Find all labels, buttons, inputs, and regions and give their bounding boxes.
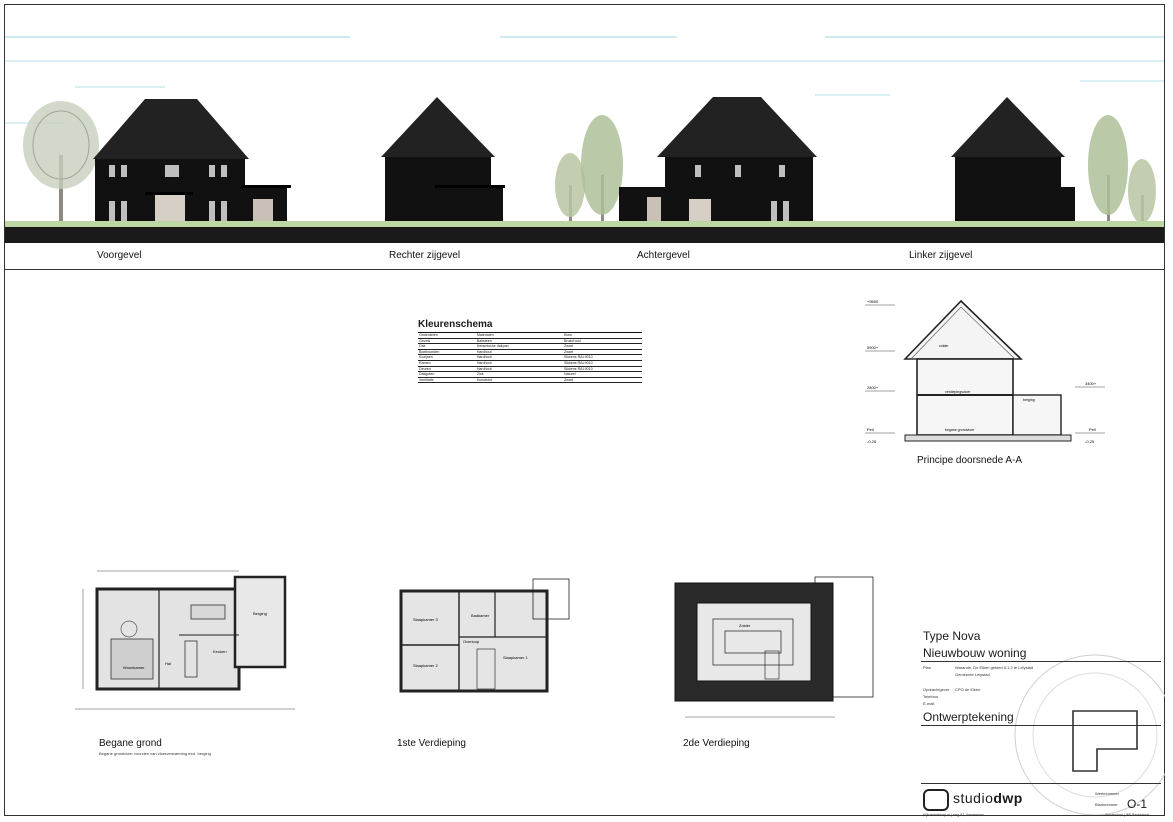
level-right-0: 3400+ <box>1085 381 1097 386</box>
room-slaapkamer-3: Slaapkamer 3 <box>413 617 438 622</box>
room-badkamer: Badkamer <box>471 613 490 618</box>
level-left-3: Peil <box>867 427 874 432</box>
section-label-1: verdiepingsvloer <box>945 390 971 394</box>
drawing-sheet: Voorgevel Rechter zijgevel Achtergevel L… <box>4 4 1165 817</box>
level-left-1: 5900+ <box>867 345 879 350</box>
room-hal: Hal <box>165 661 171 666</box>
section-title: Principe doorsnede A-A <box>917 455 1023 466</box>
logo-prefix: studio <box>953 790 994 806</box>
sheet-number: O-1 <box>1127 797 1148 811</box>
phone-label: Telefoon <box>923 694 939 699</box>
tree-1 <box>23 101 99 225</box>
section-drawing: +9500 5900+ 2800+ Peil -0.25 3400+ Peil … <box>865 299 1105 444</box>
room-keuken: Keuken <box>213 649 227 654</box>
title-block-rule-2 <box>921 725 1161 726</box>
email-label: E-mail <box>923 701 935 706</box>
right-elevation <box>381 97 505 225</box>
section-label-0: zolder <box>939 344 949 348</box>
tree-2 <box>555 153 585 225</box>
label-front-elevation: Voorgevel <box>97 250 142 261</box>
color-scheme-table: Onderdelen Materialen Kleur Gevels Bakste… <box>418 332 642 384</box>
room-berging: Berging <box>253 611 267 616</box>
table-row: Ventilatie Kunststof Zwart <box>418 377 642 384</box>
tree-4 <box>1088 115 1128 225</box>
footer-left: Kijkvanhetdorp.nl | stag 57, Amsterdam <box>923 813 984 817</box>
cell: Kunststof <box>475 377 563 384</box>
section-label-3: berging <box>1023 398 1035 402</box>
room-slaapkamer-1: Slaapkamer 1 <box>503 655 528 660</box>
elevation-divider <box>5 269 1164 270</box>
section-label-2: begane grondvloer <box>945 428 975 432</box>
drawing-type: Ontwerptekening <box>923 710 1014 724</box>
sheet-number-label: Bladnummer <box>1095 802 1118 807</box>
front-elevation <box>93 99 291 225</box>
studiodwp-logo-icon <box>923 789 949 811</box>
level-right-2: -0.25 <box>1085 439 1095 444</box>
level-left-0: +9500 <box>867 299 879 304</box>
label-right-elevation: Rechter zijgevel <box>389 250 461 261</box>
color-scheme-title: Kleurenschema <box>418 319 493 330</box>
title-block-subtitle: Nieuwbouw woning <box>923 646 1027 660</box>
footer-right: Amsterdam | WF Bankstraat <box>1105 813 1149 817</box>
title-block-type: Type Nova <box>923 629 981 643</box>
room-zolder: Zolder <box>739 623 751 628</box>
tree-3 <box>581 115 623 225</box>
plan-label: Plan <box>923 665 932 670</box>
second-floor-title: 2de Verdieping <box>683 738 750 749</box>
first-floor-title: 1ste Verdieping <box>397 738 466 749</box>
client-label: Opdrachtgever <box>923 687 950 692</box>
room-woonkamer: Woonkamer <box>123 665 145 670</box>
ground-floor-title: Begane grond <box>99 738 162 749</box>
cell: Zwart <box>563 377 642 384</box>
title-block-rule-3 <box>921 783 1161 784</box>
title-block-rule <box>921 661 1161 662</box>
label-back-elevation: Achtergevel <box>637 250 690 261</box>
room-overloop: Overloop <box>463 639 480 644</box>
label-left-elevation: Linker zijgevel <box>909 250 973 261</box>
elevations-drawing <box>5 36 1164 243</box>
studiodwp-logo: studiodwp <box>953 790 1023 806</box>
tree-5 <box>1128 159 1156 225</box>
elevations-band <box>5 35 1164 243</box>
level-right-1: Peil <box>1089 427 1096 432</box>
ground-floor-note: Begane grondvloer voorzien van vloerverw… <box>99 751 211 756</box>
first-floor-plan: Slaapkamer 3 Slaapkamer 2 Slaapkamer 1 B… <box>399 578 570 693</box>
second-floor-plan: Zolder <box>674 576 874 718</box>
ground-floor-plan: Woonkamer Keuken Hal Berging <box>75 570 295 710</box>
project-number-label: Werknummer <box>1095 791 1119 796</box>
left-elevation <box>951 97 1075 225</box>
room-slaapkamer-2: Slaapkamer 2 <box>413 663 438 668</box>
level-left-4: -0.25 <box>867 439 877 444</box>
municipality: Gemeente Lelystad <box>955 672 990 677</box>
level-left-2: 2800+ <box>867 385 879 390</box>
cell: Ventilatie <box>418 377 476 384</box>
back-elevation <box>619 97 817 225</box>
logo-suffix: dwp <box>993 790 1023 806</box>
plan-value: Warande, De Eiken gebied 5.1.2 te Lelyst… <box>955 665 1034 670</box>
client-value: CPO de Eiken <box>955 687 981 692</box>
color-scheme: Kleurenschema Onderdelen Materialen Kleu… <box>418 319 642 384</box>
